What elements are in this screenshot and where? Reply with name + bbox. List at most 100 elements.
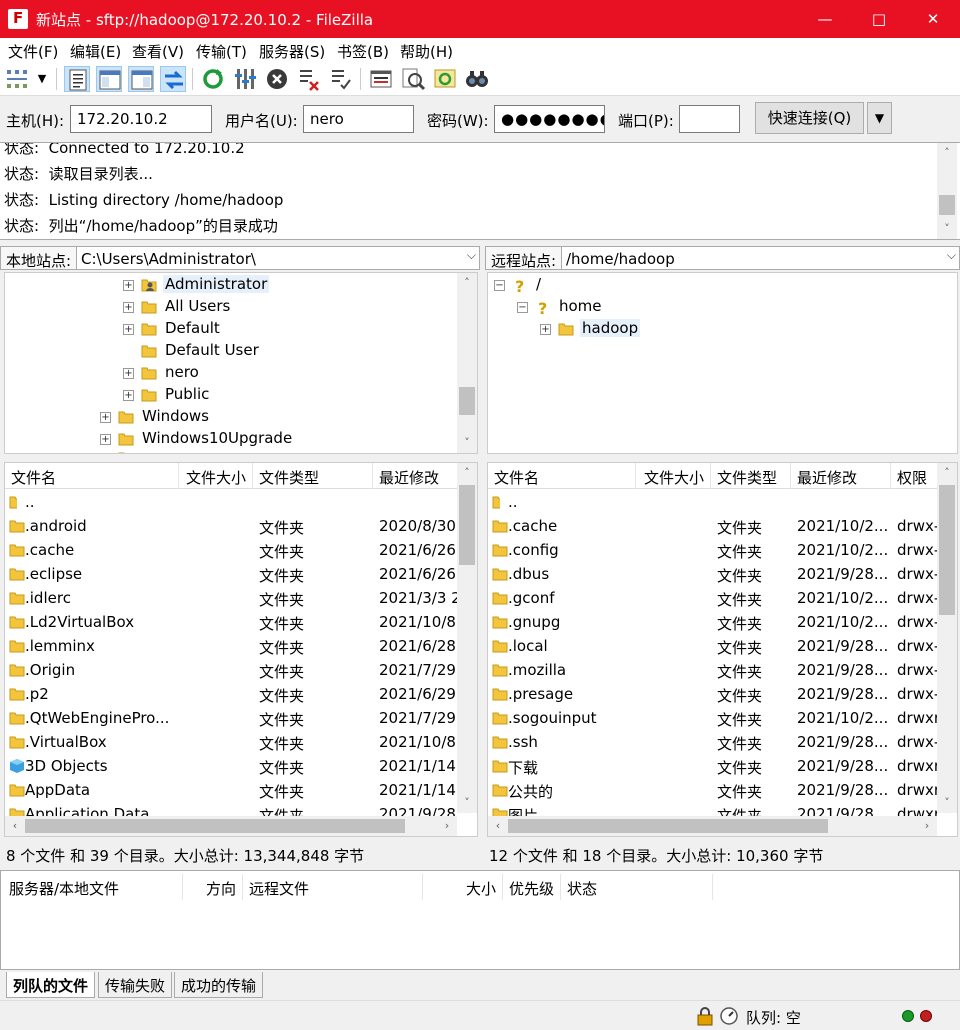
scroll-thumb[interactable]: [508, 819, 828, 833]
file-row[interactable]: .eclipse 文件夹 2021/6/26: [5, 562, 459, 586]
directory-filter-icon[interactable]: [368, 66, 394, 92]
expand-icon[interactable]: +: [123, 280, 134, 291]
queue-col-direction[interactable]: 方向: [183, 874, 243, 900]
file-row[interactable]: .gnupg 文件夹 2021/10/2... drwx-: [488, 610, 939, 634]
quickconnect-button[interactable]: 快速连接(Q): [755, 102, 864, 134]
tab-successful-transfers[interactable]: 成功的传输: [174, 972, 264, 998]
file-row[interactable]: .cache 文件夹 2021/6/26: [5, 538, 459, 562]
file-row[interactable]: ..: [5, 490, 459, 514]
tree-node[interactable]: −? /: [488, 274, 938, 296]
tree-node[interactable]: Default User: [5, 340, 455, 362]
process-queue-icon[interactable]: [232, 66, 258, 92]
close-button[interactable]: ✕: [906, 0, 960, 38]
scroll-down-icon[interactable]: ˅: [457, 433, 477, 453]
column-header[interactable]: 最近修改: [791, 463, 891, 489]
expand-icon[interactable]: +: [123, 390, 134, 401]
file-row[interactable]: .VirtualBox 文件夹 2021/10/8: [5, 730, 459, 754]
column-header[interactable]: 文件大小: [636, 463, 711, 489]
maximize-button[interactable]: □: [852, 0, 906, 38]
tree-node[interactable]: + Public: [5, 384, 455, 406]
file-row[interactable]: .android 文件夹 2020/8/30: [5, 514, 459, 538]
scroll-thumb[interactable]: [939, 485, 955, 615]
file-row[interactable]: ..: [488, 490, 939, 514]
file-row[interactable]: .ssh 文件夹 2021/9/28... drwx-: [488, 730, 939, 754]
scroll-down-icon[interactable]: ˅: [457, 793, 477, 813]
expand-icon[interactable]: +: [123, 302, 134, 313]
vertical-scrollbar[interactable]: ˄ ˅: [937, 463, 957, 813]
scroll-thumb[interactable]: [939, 195, 955, 215]
password-input[interactable]: ●●●●●●●●: [494, 105, 605, 133]
toggle-message-log-icon[interactable]: [64, 66, 90, 92]
menu-file[interactable]: 文件(F): [8, 41, 58, 62]
file-row[interactable]: .Ld2VirtualBox 文件夹 2021/10/8: [5, 610, 459, 634]
speed-limit-icon[interactable]: [719, 1006, 739, 1026]
scroll-down-icon[interactable]: ˅: [937, 219, 957, 239]
column-header[interactable]: 文件名: [5, 463, 179, 489]
tree-node[interactable]: + All Users: [5, 296, 455, 318]
file-row[interactable]: .lemminx 文件夹 2021/6/28: [5, 634, 459, 658]
tree-node[interactable]: + hadoop: [488, 318, 938, 340]
file-row[interactable]: .dbus 文件夹 2021/9/28... drwx-: [488, 562, 939, 586]
file-row[interactable]: .idlerc 文件夹 2021/3/3 2: [5, 586, 459, 610]
tab-failed-transfers[interactable]: 传输失败: [98, 972, 173, 998]
toggle-remote-tree-icon[interactable]: [128, 66, 154, 92]
scroll-down-icon[interactable]: ˅: [937, 793, 957, 813]
file-row[interactable]: .local 文件夹 2021/9/28... drwx-: [488, 634, 939, 658]
column-header[interactable]: 权限: [891, 463, 939, 489]
column-header[interactable]: 文件名: [488, 463, 636, 489]
scroll-up-icon[interactable]: ˄: [937, 143, 957, 163]
quickconnect-history-dropdown-icon[interactable]: ▼: [867, 102, 892, 134]
collapse-icon[interactable]: −: [494, 280, 505, 291]
scroll-thumb[interactable]: [25, 819, 405, 833]
scroll-left-icon[interactable]: ‹: [5, 816, 25, 836]
menu-server[interactable]: 服务器(S): [259, 41, 325, 62]
column-header[interactable]: 文件类型: [253, 463, 373, 489]
scroll-up-icon[interactable]: ˄: [937, 463, 957, 483]
file-row[interactable]: 公共的 文件夹 2021/9/28... drwxr: [488, 778, 939, 802]
tree-node[interactable]: + Windows10Upgrade: [5, 428, 455, 450]
log-scrollbar[interactable]: ˄ ˅: [937, 143, 957, 239]
file-row[interactable]: .sogouinput 文件夹 2021/10/2... drwxr: [488, 706, 939, 730]
host-input[interactable]: 172.20.10.2: [70, 105, 212, 133]
expand-icon[interactable]: +: [123, 324, 134, 335]
menu-bookmarks[interactable]: 书签(B): [337, 41, 389, 62]
queue-col-local[interactable]: 服务器/本地文件: [3, 874, 183, 900]
file-row[interactable]: 3D Objects 文件夹 2021/1/14: [5, 754, 459, 778]
search-remote-files-icon[interactable]: [464, 66, 490, 92]
site-manager-icon[interactable]: [4, 66, 30, 92]
file-row[interactable]: 下载 文件夹 2021/9/28... drwxr: [488, 754, 939, 778]
file-row[interactable]: .gconf 文件夹 2021/10/2... drwx-: [488, 586, 939, 610]
horizontal-scrollbar[interactable]: ‹ ›: [488, 816, 937, 836]
queue-col-status[interactable]: 状态: [561, 874, 713, 900]
directory-compare-icon[interactable]: [400, 66, 426, 92]
expand-icon[interactable]: +: [100, 434, 111, 445]
tree-node[interactable]: + Administrator: [5, 274, 455, 296]
local-path-input[interactable]: C:\Users\Administrator\: [76, 246, 480, 270]
reconnect-icon[interactable]: [328, 66, 354, 92]
file-row[interactable]: .cache 文件夹 2021/10/2... drwx-: [488, 514, 939, 538]
tree-node[interactable]: + Windows: [5, 406, 455, 428]
disconnect-icon[interactable]: [296, 66, 322, 92]
tree-node[interactable]: + nero: [5, 362, 455, 384]
scroll-left-icon[interactable]: ‹: [488, 816, 508, 836]
scroll-right-icon[interactable]: ›: [437, 816, 457, 836]
expand-icon[interactable]: +: [123, 368, 134, 379]
scroll-thumb[interactable]: [459, 485, 475, 565]
column-header[interactable]: 最近修改: [373, 463, 459, 489]
site-manager-dropdown-icon[interactable]: ▼: [32, 66, 52, 92]
file-row[interactable]: .presage 文件夹 2021/9/28... drwx-: [488, 682, 939, 706]
horizontal-scrollbar[interactable]: ‹ ›: [5, 816, 457, 836]
scroll-right-icon[interactable]: ›: [917, 816, 937, 836]
tree-node[interactable]: + Default: [5, 318, 455, 340]
file-row[interactable]: .QtWebEnginePro... 文件夹 2021/7/29: [5, 706, 459, 730]
tab-queued-files[interactable]: 列队的文件: [6, 972, 96, 998]
expand-icon[interactable]: +: [540, 324, 551, 335]
file-row[interactable]: AppData 文件夹 2021/1/14: [5, 778, 459, 802]
chevron-down-icon[interactable]: ⌵: [467, 248, 476, 263]
file-row[interactable]: .mozilla 文件夹 2021/9/28... drwx-: [488, 658, 939, 682]
scroll-up-icon[interactable]: ˄: [457, 463, 477, 483]
file-row[interactable]: .config 文件夹 2021/10/2... drwx-: [488, 538, 939, 562]
queue-col-priority[interactable]: 优先级: [503, 874, 561, 900]
synchronized-browsing-icon[interactable]: [432, 66, 458, 92]
collapse-icon[interactable]: −: [517, 302, 528, 313]
